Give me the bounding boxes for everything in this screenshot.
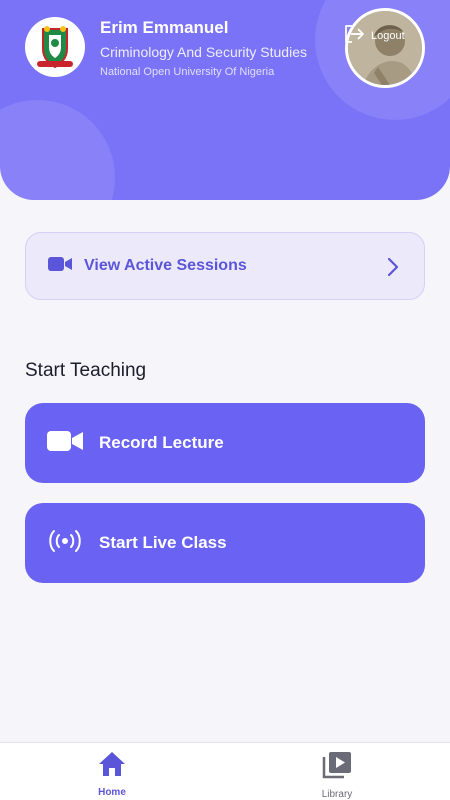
bottom-navigation: Home Library [0, 742, 450, 800]
view-active-sessions-label: View Active Sessions [84, 257, 247, 274]
decor-circle [0, 100, 115, 200]
user-department: Criminology And Security Studies [100, 44, 307, 60]
logout-button[interactable]: Logout [343, 24, 405, 47]
nav-library-label: Library [321, 789, 353, 800]
user-name: Erim Emmanuel [100, 18, 229, 37]
avatar[interactable] [345, 8, 425, 88]
video-camera-icon [48, 256, 72, 277]
home-icon [98, 751, 126, 782]
section-title: Start Teaching [25, 360, 147, 381]
start-live-class-label: Start Live Class [99, 533, 227, 552]
logout-icon [343, 24, 365, 47]
record-lecture-label: Record Lecture [99, 433, 224, 452]
start-live-class-button[interactable]: Start Live Class [25, 503, 425, 583]
user-university: National Open University Of Nigeria [100, 66, 275, 78]
profile-header: Erim Emmanuel Criminology And Security S… [0, 0, 450, 200]
chevron-right-icon [387, 257, 399, 282]
nav-item-home[interactable]: Home [67, 751, 157, 798]
nav-home-label: Home [98, 787, 126, 798]
university-crest-icon [25, 17, 85, 77]
broadcast-icon [47, 528, 83, 559]
nav-item-library[interactable]: Library [292, 751, 382, 800]
logout-label: Logout [371, 29, 405, 42]
video-library-icon [322, 751, 352, 784]
view-active-sessions-button[interactable]: View Active Sessions [25, 232, 425, 300]
record-lecture-button[interactable]: Record Lecture [25, 403, 425, 483]
video-camera-icon [47, 429, 83, 458]
